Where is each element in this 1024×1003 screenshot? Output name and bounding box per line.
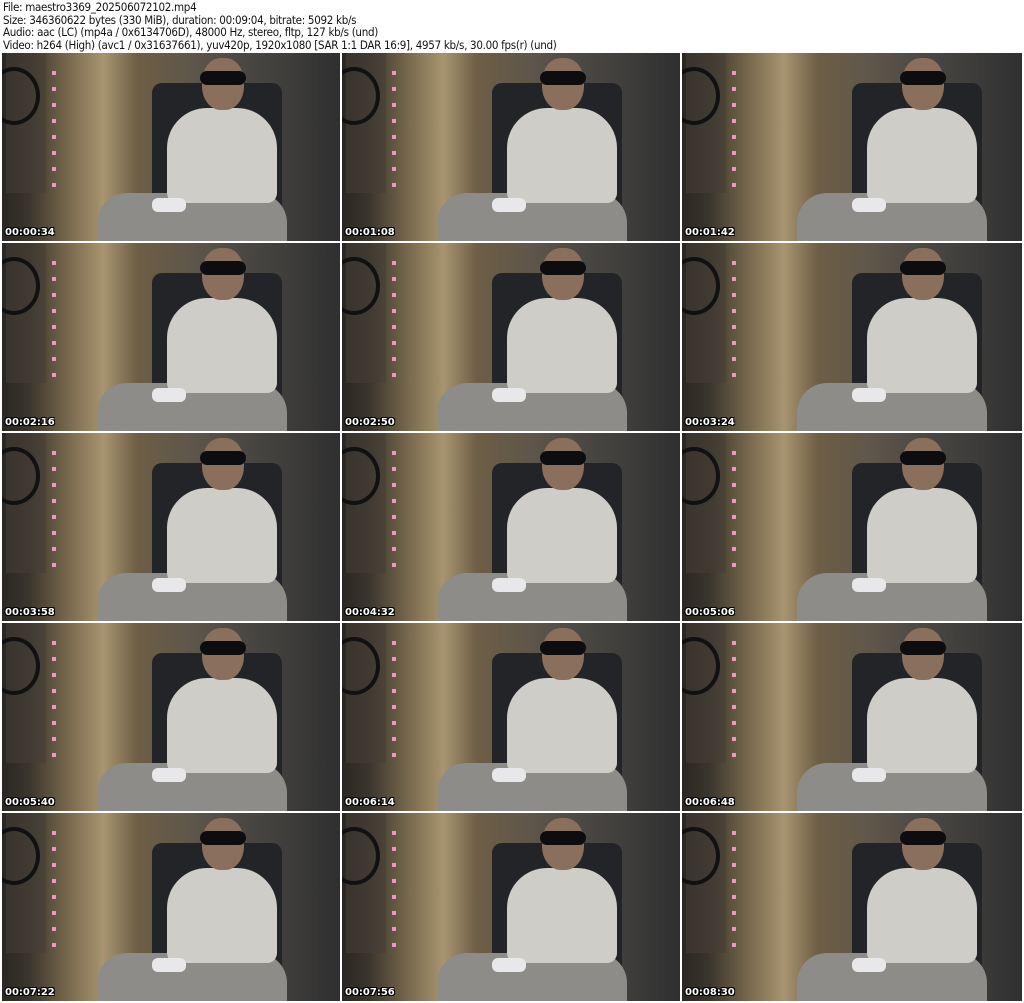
timestamp: 00:02:50	[345, 417, 395, 428]
mask	[200, 641, 246, 655]
person-shirt	[167, 108, 277, 203]
scene	[2, 243, 340, 431]
video-thumbnail: 00:04:32	[342, 433, 680, 621]
scene	[2, 53, 340, 241]
game-controller	[152, 388, 186, 402]
person-shirt	[507, 678, 617, 773]
person-shirt	[867, 868, 977, 963]
mask	[900, 451, 946, 465]
mask	[200, 451, 246, 465]
person-shirt	[867, 488, 977, 583]
scene	[2, 433, 340, 621]
scene	[702, 433, 1022, 621]
timestamp: 00:08:30	[685, 987, 735, 998]
timestamp: 00:04:32	[345, 607, 395, 618]
video-thumbnail: 00:00:34	[2, 53, 340, 241]
game-controller	[492, 958, 526, 972]
mask	[200, 831, 246, 845]
person-shirt	[867, 298, 977, 393]
scene	[342, 243, 680, 431]
video-thumbnail: 00:07:56	[342, 813, 680, 1001]
mask	[540, 831, 586, 845]
thumbnail-grid: 00:00:34 00:01:08 00:01:42 00:02:16 00:02:50…	[2, 53, 1022, 1001]
timestamp: 00:06:48	[685, 797, 735, 808]
game-controller	[852, 388, 886, 402]
person-shirt	[507, 108, 617, 203]
mask	[540, 261, 586, 275]
video-thumbnail: 00:06:48	[682, 623, 1022, 811]
game-controller	[152, 958, 186, 972]
scene	[702, 623, 1022, 811]
timestamp: 00:07:56	[345, 987, 395, 998]
person-shirt	[867, 678, 977, 773]
scene	[342, 813, 680, 1001]
mask	[900, 831, 946, 845]
video-thumbnail: 00:05:40	[2, 623, 340, 811]
video-thumbnail: 00:03:58	[2, 433, 340, 621]
scene	[702, 53, 1022, 241]
person-shirt	[507, 488, 617, 583]
video-thumbnail: 00:01:08	[342, 53, 680, 241]
game-controller	[152, 578, 186, 592]
scene	[702, 243, 1022, 431]
mask	[540, 451, 586, 465]
game-controller	[852, 198, 886, 212]
video-thumbnail: 00:05:06	[682, 433, 1022, 621]
scene	[2, 813, 340, 1001]
video-thumbnail: 00:08:30	[682, 813, 1022, 1001]
scene	[342, 623, 680, 811]
timestamp: 00:05:06	[685, 607, 735, 618]
audio-info: Audio: aac (LC) (mp4a / 0x6134706D), 480…	[3, 25, 378, 39]
game-controller	[852, 958, 886, 972]
video-thumbnail: 00:02:16	[2, 243, 340, 431]
game-controller	[852, 768, 886, 782]
file-name: File: maestro3369_202506072102.mp4	[3, 0, 197, 14]
timestamp: 00:05:40	[5, 797, 55, 808]
mask	[540, 641, 586, 655]
person-shirt	[167, 678, 277, 773]
mask	[900, 71, 946, 85]
person-shirt	[167, 488, 277, 583]
scene	[2, 623, 340, 811]
video-thumbnail: 00:01:42	[682, 53, 1022, 241]
mask	[540, 71, 586, 85]
timestamp: 00:02:16	[5, 417, 55, 428]
game-controller	[492, 388, 526, 402]
video-info: Video: h264 (High) (avc1 / 0x31637661), …	[3, 37, 557, 52]
mask	[200, 71, 246, 85]
file-info-header: File: maestro3369_202506072102.mp4 Size:…	[3, 1, 557, 51]
person-shirt	[507, 868, 617, 963]
timestamp: 00:03:58	[5, 607, 55, 618]
timestamp: 00:01:42	[685, 227, 735, 238]
game-controller	[152, 768, 186, 782]
scene	[702, 813, 1022, 1001]
game-controller	[492, 578, 526, 592]
person-shirt	[167, 298, 277, 393]
video-thumbnail: 00:07:22	[2, 813, 340, 1001]
person-shirt	[167, 868, 277, 963]
scene	[342, 433, 680, 621]
video-thumbnail: 00:02:50	[342, 243, 680, 431]
timestamp: 00:06:14	[345, 797, 395, 808]
mask	[900, 261, 946, 275]
timestamp: 00:07:22	[5, 987, 55, 998]
game-controller	[492, 198, 526, 212]
timestamp: 00:03:24	[685, 417, 735, 428]
mask	[900, 641, 946, 655]
video-thumbnail: 00:06:14	[342, 623, 680, 811]
game-controller	[852, 578, 886, 592]
mask	[200, 261, 246, 275]
game-controller	[152, 198, 186, 212]
scene	[342, 53, 680, 241]
game-controller	[492, 768, 526, 782]
person-shirt	[507, 298, 617, 393]
person-shirt	[867, 108, 977, 203]
timestamp: 00:01:08	[345, 227, 395, 238]
timestamp: 00:00:34	[5, 227, 55, 238]
video-thumbnail: 00:03:24	[682, 243, 1022, 431]
